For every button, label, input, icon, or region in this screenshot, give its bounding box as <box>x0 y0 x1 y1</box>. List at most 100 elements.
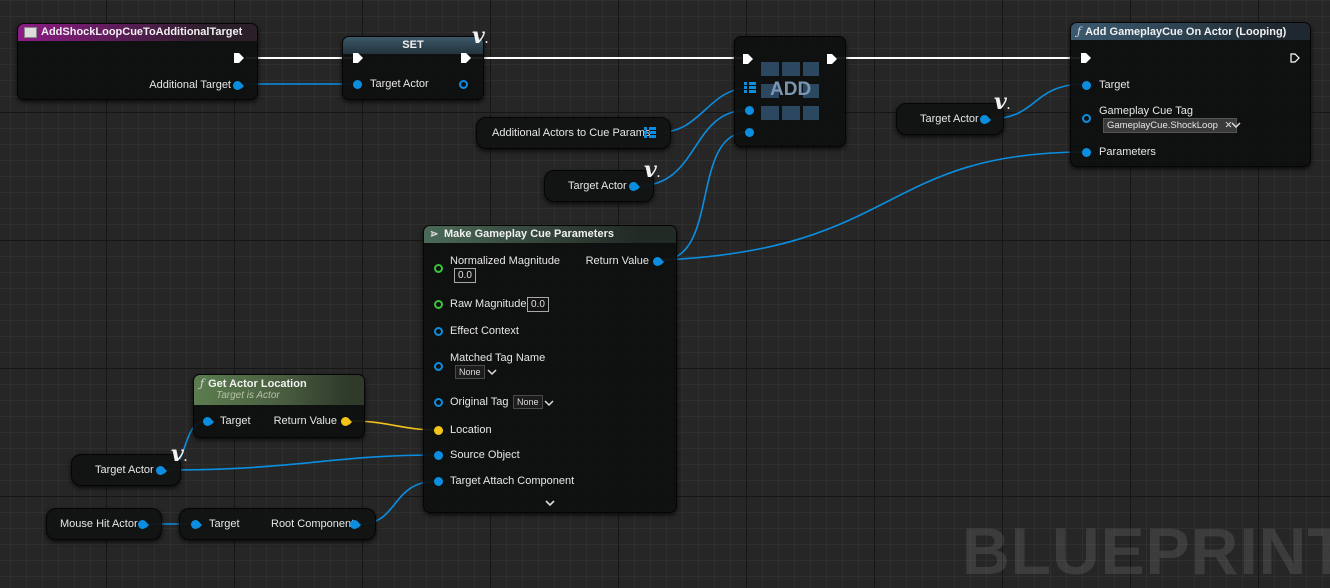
set-exec-out-pin[interactable] <box>461 53 471 63</box>
target-attach-component-pin[interactable] <box>434 477 443 486</box>
event-node-header: AddShockLoopCueToAdditionalTarget <box>18 24 257 41</box>
effect-context-pin[interactable] <box>434 327 443 336</box>
add-gameplay-cue-header: ƒ Add GameplayCue On Actor (Looping) <box>1071 23 1310 40</box>
target-actor-variable-1[interactable]: Target Actor <box>896 103 1004 135</box>
cue-exec-in-pin[interactable] <box>1081 53 1091 63</box>
cue-tag-label: Gameplay Cue Tag <box>1099 105 1193 117</box>
get-location-return-pin[interactable] <box>341 417 352 426</box>
array-add-label: ADD <box>770 79 812 100</box>
wire-return-value-to-parameters <box>661 151 1087 261</box>
add-item-in-pin[interactable] <box>745 106 754 115</box>
mouse-hit-actor-label: Mouse Hit Actor <box>60 518 138 530</box>
normalized-magnitude-label: Normalized Magnitude <box>450 255 561 267</box>
wire-target-actor-to-source-object <box>163 454 439 471</box>
original-tag-chevron-icon[interactable] <box>544 400 554 407</box>
additional-target-pin[interactable] <box>233 81 244 90</box>
function-icon: ƒ <box>200 377 205 390</box>
cue-parameters-label: Parameters <box>1099 146 1156 158</box>
target-actor-variable-3[interactable]: Target Actor <box>71 454 181 486</box>
set-target-actor-out-pin[interactable] <box>459 80 468 89</box>
target-actor-variable-2-label: Target Actor <box>568 180 627 192</box>
cue-target-pin[interactable] <box>1082 81 1091 90</box>
root-component-node[interactable]: Target Root Component <box>179 508 376 540</box>
location-label: Location <box>450 424 492 436</box>
set-node[interactable]: SET Target Actor <box>342 36 484 100</box>
set-pin-label: Target Actor <box>370 78 429 90</box>
target-actor-variable-3-label: Target Actor <box>95 464 154 476</box>
mouse-hit-actor-variable[interactable]: Mouse Hit Actor <box>46 508 162 540</box>
matched-tag-name-label: Matched Tag Name <box>450 352 546 364</box>
add-array-in-pin[interactable] <box>744 82 756 94</box>
set-exec-in-pin[interactable] <box>353 53 363 63</box>
cue-target-label: Target <box>1099 79 1130 91</box>
get-actor-location-node[interactable]: ƒ Get Actor Location Target is Actor Targ… <box>193 374 365 438</box>
raw-magnitude-pin[interactable] <box>434 300 443 309</box>
matched-tag-chevron-icon[interactable] <box>487 369 497 376</box>
source-object-pin[interactable] <box>434 451 443 460</box>
make-struct-icon: ⋗ <box>430 228 439 240</box>
set-node-title: SET <box>402 39 424 51</box>
exec-out-pin[interactable] <box>234 53 244 63</box>
get-location-target-label: Target <box>220 415 251 427</box>
cue-tag-pin[interactable] <box>1082 114 1091 123</box>
source-object-label: Source Object <box>450 449 520 461</box>
root-component-target-label: Target <box>209 518 240 530</box>
make-gameplay-cue-parameters-node[interactable]: ⋗ Make Gameplay Cue Parameters Normalized… <box>423 225 677 513</box>
get-actor-location-title: Get Actor Location <box>208 378 307 390</box>
make-params-header: ⋗ Make Gameplay Cue Parameters <box>424 226 676 243</box>
cue-parameters-pin[interactable] <box>1082 148 1091 157</box>
location-pin[interactable] <box>434 426 443 435</box>
raw-magnitude-label: Raw Magnitude <box>450 298 527 310</box>
event-node-title: AddShockLoopCueToAdditionalTarget <box>41 26 243 38</box>
variable-get-marker: v. <box>994 89 1011 115</box>
set-target-actor-in-pin[interactable] <box>353 80 362 89</box>
original-tag-label: Original Tag <box>450 396 509 408</box>
normalized-magnitude-pin[interactable] <box>434 264 443 273</box>
raw-magnitude-input[interactable]: 0.0 <box>527 297 549 312</box>
function-icon: ƒ <box>1077 25 1082 38</box>
event-icon <box>24 26 37 38</box>
expand-advanced-chevron-icon[interactable] <box>545 500 555 507</box>
set-node-header: SET <box>343 37 483 54</box>
cue-tag-value: GameplayCue.ShockLoop <box>1107 120 1218 131</box>
add-gameplay-cue-title: Add GameplayCue On Actor (Looping) <box>1085 26 1287 38</box>
target-actor-variable-2[interactable]: Target Actor <box>544 170 654 202</box>
cue-tag-dropdown-chevron-icon[interactable] <box>1231 122 1241 129</box>
array-add-node[interactable]: ADD <box>734 36 846 147</box>
additional-actors-variable-label: Additional Actors to Cue Params <box>492 127 651 139</box>
variable-get-marker: v. <box>171 441 188 467</box>
make-params-title: Make Gameplay Cue Parameters <box>444 228 614 240</box>
target-actor-variable-3-pin[interactable] <box>156 466 167 475</box>
add-exec-out-pin[interactable] <box>827 54 837 64</box>
make-return-value-label: Return Value <box>585 255 649 267</box>
original-tag-dropdown[interactable]: None <box>513 395 543 409</box>
event-node[interactable]: AddShockLoopCueToAdditionalTarget Additi… <box>17 23 258 100</box>
mouse-hit-actor-pin[interactable] <box>138 520 149 529</box>
variable-get-marker: v. <box>472 23 489 49</box>
add-exec-in-pin[interactable] <box>743 54 753 64</box>
additional-actors-variable[interactable]: Additional Actors to Cue Params <box>476 117 671 149</box>
cue-tag-chip[interactable]: GameplayCue.ShockLoop ✕ <box>1103 118 1237 133</box>
get-location-target-pin[interactable] <box>203 417 214 426</box>
get-location-return-label: Return Value <box>273 415 337 427</box>
add-gameplay-cue-node[interactable]: ƒ Add GameplayCue On Actor (Looping) Targ… <box>1070 22 1311 167</box>
original-tag-pin[interactable] <box>434 398 443 407</box>
variable-get-marker: v. <box>644 157 661 183</box>
target-actor-variable-1-pin[interactable] <box>980 115 991 124</box>
matched-tag-name-pin[interactable] <box>434 362 443 371</box>
pin-label-additional-target: Additional Target <box>149 79 231 91</box>
cue-exec-out-pin[interactable] <box>1290 53 1300 63</box>
target-actor-variable-1-label: Target Actor <box>920 113 979 125</box>
root-component-target-pin[interactable] <box>191 520 202 529</box>
normalized-magnitude-input[interactable]: 0.0 <box>454 268 476 283</box>
get-actor-location-subtitle: Target is Actor <box>216 390 280 401</box>
effect-context-label: Effect Context <box>450 325 519 337</box>
root-component-out-pin[interactable] <box>350 520 361 529</box>
add-extra-in-pin[interactable] <box>745 128 754 137</box>
root-component-label: Root Component <box>271 518 355 530</box>
matched-tag-name-dropdown[interactable]: None <box>455 365 485 379</box>
target-attach-component-label: Target Attach Component <box>450 475 575 487</box>
make-return-value-pin[interactable] <box>653 257 664 266</box>
additional-actors-array-pin[interactable] <box>644 127 656 139</box>
target-actor-variable-2-pin[interactable] <box>629 182 640 191</box>
